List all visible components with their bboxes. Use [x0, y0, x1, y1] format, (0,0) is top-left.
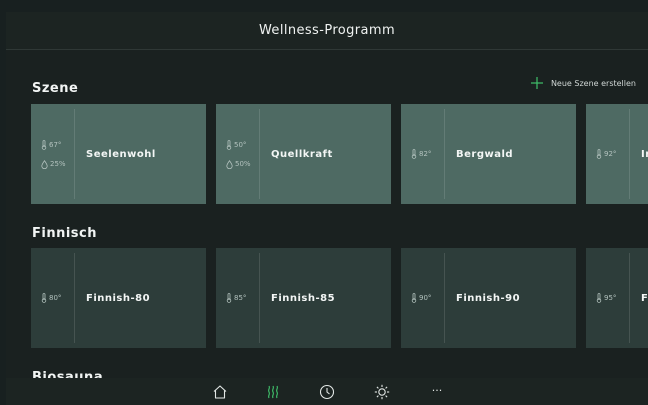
scene-name: Ir	[641, 148, 648, 160]
temperature-value: 92°	[604, 150, 617, 158]
thermometer-icon	[411, 293, 417, 303]
card-meta: 92°	[586, 104, 629, 204]
light-icon	[374, 384, 390, 400]
temperature-value: 90°	[419, 294, 432, 302]
finnish-card-partial[interactable]: 95° F	[586, 248, 648, 348]
scene-name: Quellkraft	[271, 148, 333, 160]
card-meta: 85°	[216, 248, 259, 348]
page-title: Wellness-Programm	[258, 23, 396, 38]
card-divider	[74, 253, 75, 343]
humidity-value: 50%	[235, 160, 251, 168]
card-meta: 67° 25%	[31, 104, 74, 204]
thermometer-icon	[226, 139, 232, 150]
card-divider	[259, 109, 260, 199]
temperature-value: 80°	[49, 294, 62, 302]
card-divider	[259, 253, 260, 343]
temperature-value: 82°	[419, 150, 432, 158]
scene-name: Seelenwohl	[86, 148, 156, 160]
temperature-value: 50°	[234, 140, 247, 149]
scene-card-partial[interactable]: 92° Ir	[586, 104, 648, 204]
nav-home[interactable]	[210, 382, 230, 402]
finnish-card-85[interactable]: 85° Finnish-85	[216, 248, 391, 348]
finnish-card-90[interactable]: 90° Finnish-90	[401, 248, 576, 348]
card-meta: 95°	[586, 248, 629, 348]
header-bar: Wellness-Programm	[6, 12, 648, 50]
more-icon: ···	[431, 383, 443, 397]
scene-card-quellkraft[interactable]: 50° 50% Quellkraft	[216, 104, 391, 204]
card-divider	[444, 109, 445, 199]
section-title-scenes: Szene	[32, 81, 79, 96]
nav-light[interactable]	[372, 382, 392, 402]
nav-more[interactable]: ···	[427, 380, 447, 400]
create-scene-label: Neue Szene erstellen	[550, 78, 636, 88]
card-divider	[629, 253, 630, 343]
humidity-value: 25%	[50, 160, 66, 168]
app-screen: Wellness-Programm Szene Neue Szene erste…	[0, 0, 648, 405]
scene-card-seelenwohl[interactable]: 67° 25% Seelenwohl	[31, 104, 206, 204]
program-name: Finnish-85	[271, 292, 336, 304]
thermometer-icon	[41, 139, 47, 150]
program-name: F	[641, 292, 648, 304]
thermometer-icon	[596, 149, 602, 159]
scene-name: Bergwald	[456, 148, 514, 160]
humidity-icon	[226, 159, 233, 169]
nav-sauna[interactable]	[263, 382, 283, 402]
thermometer-icon	[411, 149, 417, 159]
finnish-row: 80° Finnish-80 85° Finnish-85 90° Finnis…	[31, 248, 648, 348]
create-scene-button[interactable]: Neue Szene erstellen	[530, 76, 636, 90]
temperature-value: 95°	[604, 294, 617, 302]
clock-icon	[319, 384, 335, 400]
bottom-nav: ···	[6, 378, 648, 405]
finnish-card-80[interactable]: 80° Finnish-80	[31, 248, 206, 348]
card-meta: 80°	[31, 248, 74, 348]
card-meta: 50° 50%	[216, 104, 259, 204]
thermometer-icon	[226, 293, 232, 303]
card-meta: 90°	[401, 248, 444, 348]
card-divider	[74, 109, 75, 199]
thermometer-icon	[41, 293, 47, 303]
sauna-heat-icon	[268, 385, 278, 399]
humidity-icon	[41, 159, 48, 169]
plus-icon	[530, 76, 544, 90]
card-divider	[444, 253, 445, 343]
program-name: Finnish-90	[456, 292, 521, 304]
card-meta: 82°	[401, 104, 444, 204]
thermometer-icon	[596, 293, 602, 303]
scene-row: 67° 25% Seelenwohl 50° 50% Quellkraft 82…	[31, 104, 648, 204]
section-title-finnish: Finnisch	[32, 226, 98, 241]
program-list[interactable]: Szene Neue Szene erstellen 67° 25% Seele…	[6, 50, 648, 378]
temperature-value: 85°	[234, 294, 247, 302]
temperature-value: 67°	[49, 140, 62, 149]
program-name: Finnish-80	[86, 292, 151, 304]
section-title-biosauna: Biosauna	[32, 370, 104, 378]
home-icon	[213, 385, 227, 399]
nav-timer[interactable]	[317, 382, 337, 402]
scene-card-bergwald[interactable]: 82° Bergwald	[401, 104, 576, 204]
card-divider	[629, 109, 630, 199]
